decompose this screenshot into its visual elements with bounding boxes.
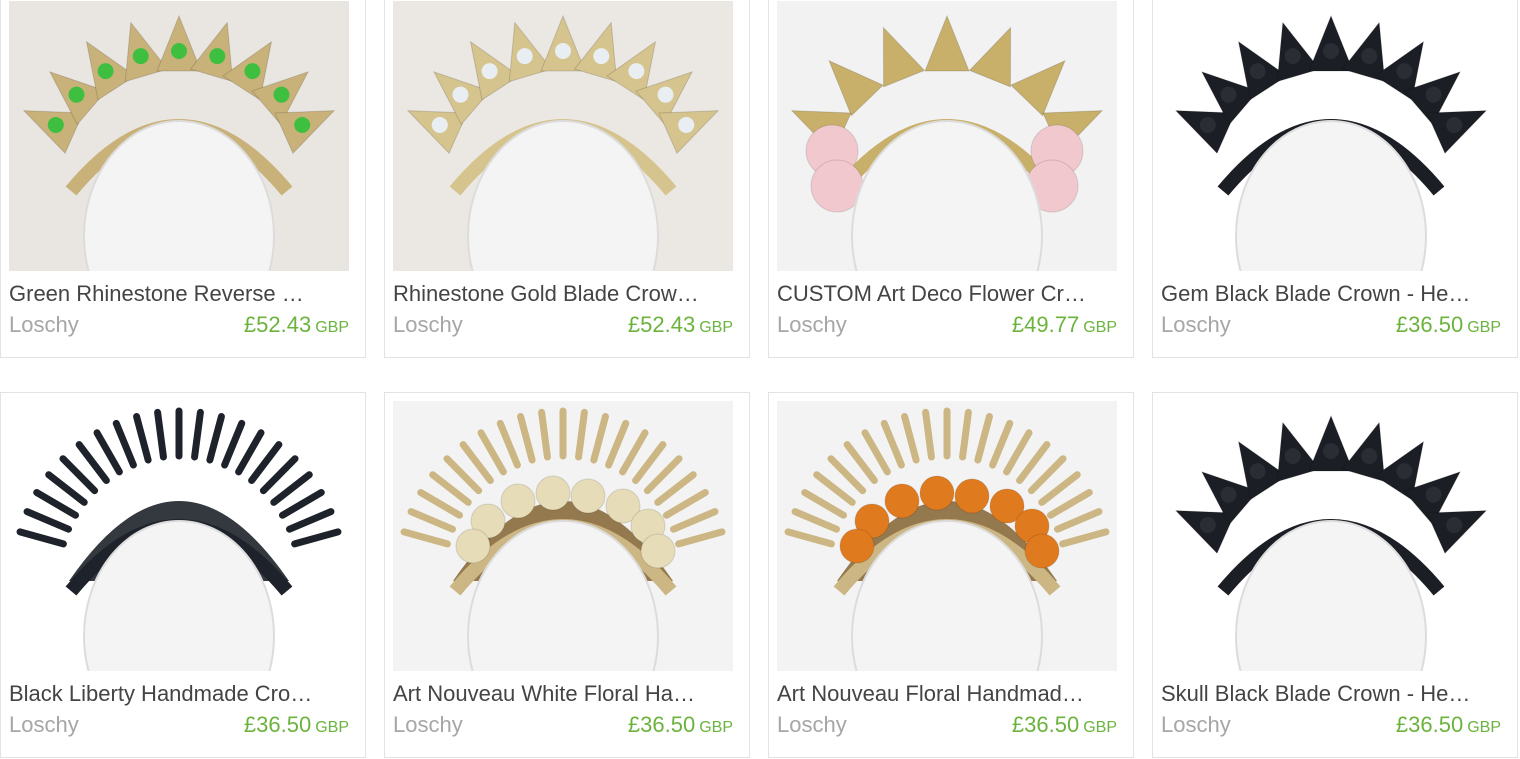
price-amount: £36.50 [1395, 712, 1464, 737]
gem-black-crown-image[interactable] [1161, 1, 1501, 271]
price-amount: £36.50 [243, 712, 312, 737]
green-rhinestone-crown-image[interactable] [9, 1, 349, 271]
listing-card[interactable]: Green Rhinestone Reverse … Loschy £52.43… [0, 0, 366, 358]
shop-name[interactable]: Loschy [1161, 710, 1231, 740]
rhinestone-gold-crown-image[interactable] [393, 1, 733, 271]
price-amount: £36.50 [627, 712, 696, 737]
price-amount: £52.43 [243, 312, 312, 337]
listing-title[interactable]: Skull Black Blade Crown - He… [1161, 679, 1501, 709]
price-currency: GBP [1467, 319, 1501, 336]
listing-price: £36.50 GBP [628, 710, 733, 743]
price-amount: £52.43 [627, 312, 696, 337]
shop-name[interactable]: Loschy [9, 310, 79, 340]
listing-title[interactable]: Green Rhinestone Reverse … [9, 279, 349, 309]
listing-card[interactable]: Gem Black Blade Crown - He… Loschy £36.5… [1152, 0, 1518, 358]
listing-card[interactable]: CUSTOM Art Deco Flower Cr… Loschy £49.77… [768, 0, 1134, 358]
price-currency: GBP [699, 319, 733, 336]
shop-name[interactable]: Loschy [9, 710, 79, 740]
shop-name[interactable]: Loschy [1161, 310, 1231, 340]
black-liberty-crown-image[interactable] [9, 401, 349, 671]
price-currency: GBP [1083, 319, 1117, 336]
art-deco-flower-crown-image[interactable] [777, 1, 1117, 271]
shop-name[interactable]: Loschy [777, 710, 847, 740]
listing-price: £36.50 GBP [1396, 710, 1501, 743]
shop-name[interactable]: Loschy [777, 310, 847, 340]
listing-card[interactable]: Art Nouveau Floral Handmad… Loschy £36.5… [768, 392, 1134, 758]
listing-title[interactable]: Black Liberty Handmade Cro… [9, 679, 349, 709]
listing-title[interactable]: Rhinestone Gold Blade Crow… [393, 279, 733, 309]
listing-card[interactable]: Art Nouveau White Floral Ha… Loschy £36.… [384, 392, 750, 758]
price-currency: GBP [699, 719, 733, 736]
listing-card[interactable]: Skull Black Blade Crown - He… Loschy £36… [1152, 392, 1518, 758]
listing-card[interactable]: Black Liberty Handmade Cro… Loschy £36.5… [0, 392, 366, 758]
listing-price: £52.43 GBP [244, 310, 349, 343]
listing-price: £36.50 GBP [1396, 310, 1501, 343]
price-currency: GBP [1467, 719, 1501, 736]
listing-price: £36.50 GBP [1012, 710, 1117, 743]
price-amount: £49.77 [1011, 312, 1080, 337]
art-nouveau-floral-image[interactable] [777, 401, 1117, 671]
price-currency: GBP [315, 319, 349, 336]
price-amount: £36.50 [1011, 712, 1080, 737]
shop-name[interactable]: Loschy [393, 710, 463, 740]
art-nouveau-white-floral-image[interactable] [393, 401, 733, 671]
listing-title[interactable]: Art Nouveau Floral Handmad… [777, 679, 1117, 709]
listing-title[interactable]: CUSTOM Art Deco Flower Cr… [777, 279, 1117, 309]
listing-price: £49.77 GBP [1012, 310, 1117, 343]
price-amount: £36.50 [1395, 312, 1464, 337]
listing-price: £52.43 GBP [628, 310, 733, 343]
listing-grid: Green Rhinestone Reverse … Loschy £52.43… [0, 0, 1520, 759]
listing-title[interactable]: Art Nouveau White Floral Ha… [393, 679, 733, 709]
price-currency: GBP [1083, 719, 1117, 736]
listing-price: £36.50 GBP [244, 710, 349, 743]
listing-card[interactable]: Rhinestone Gold Blade Crow… Loschy £52.4… [384, 0, 750, 358]
price-currency: GBP [315, 719, 349, 736]
skull-black-crown-image[interactable] [1161, 401, 1501, 671]
shop-name[interactable]: Loschy [393, 310, 463, 340]
listing-title[interactable]: Gem Black Blade Crown - He… [1161, 279, 1501, 309]
